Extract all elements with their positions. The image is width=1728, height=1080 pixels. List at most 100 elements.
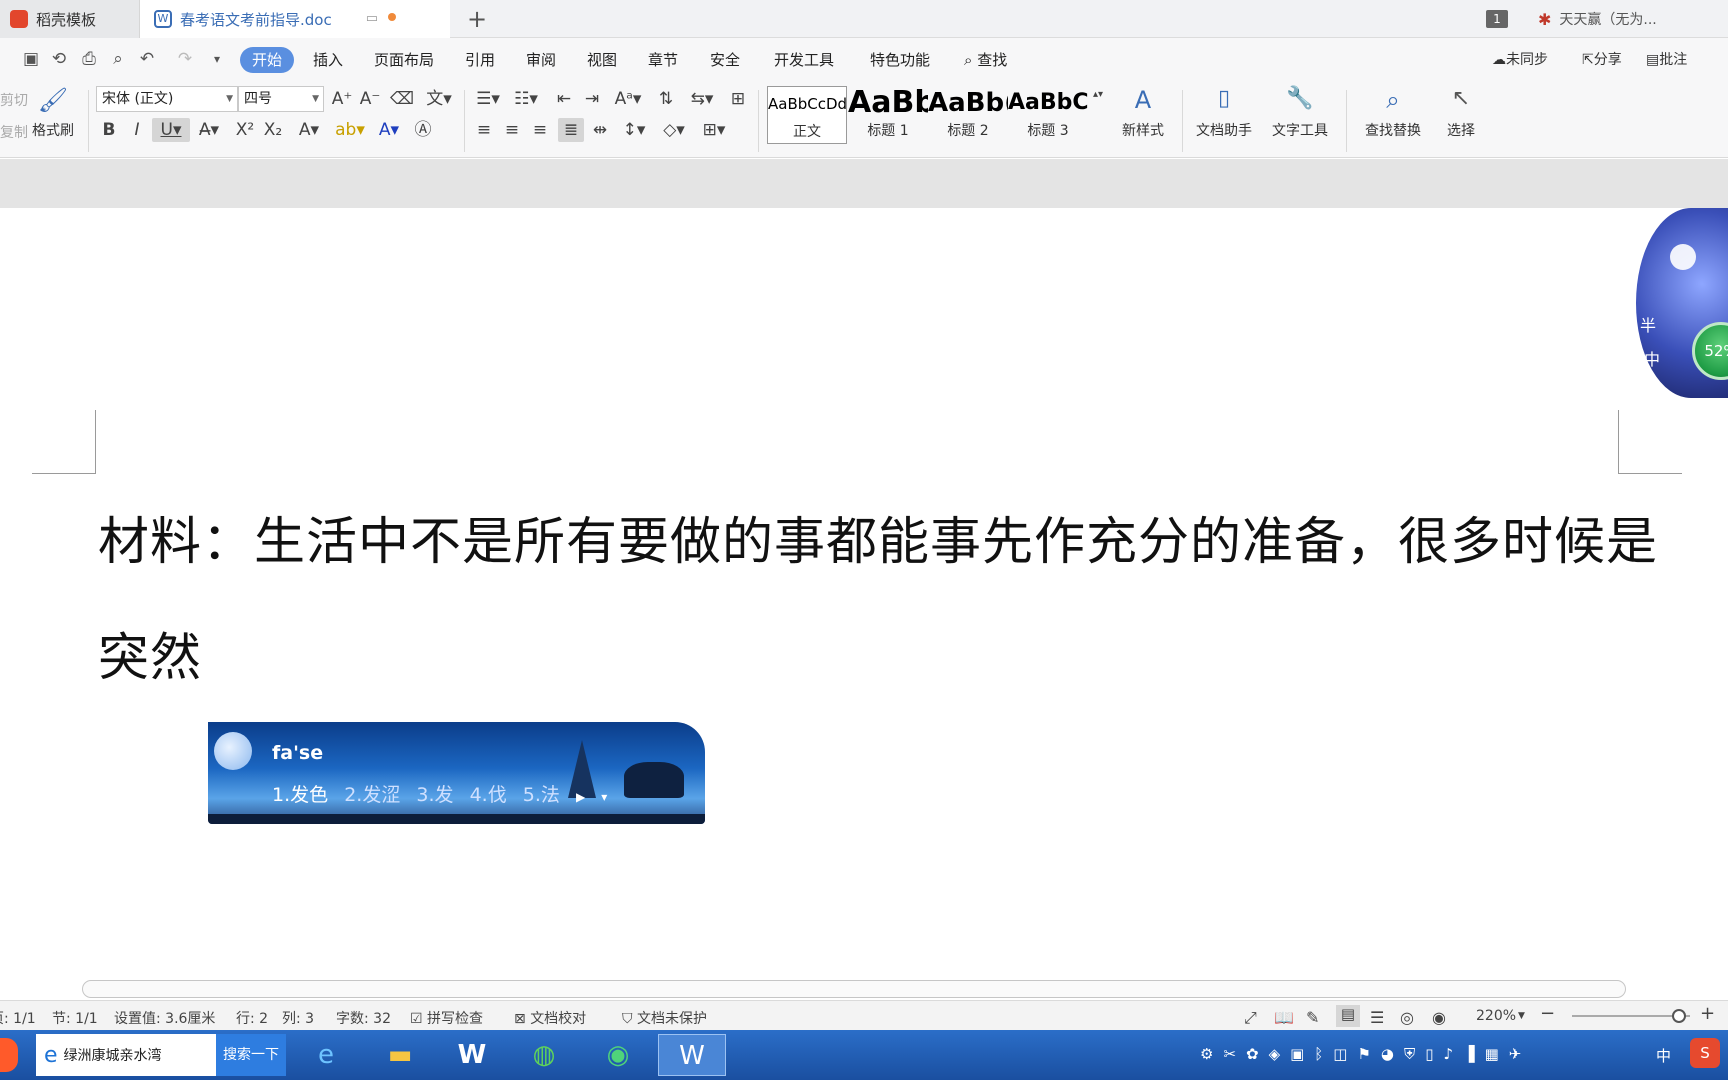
menu-search[interactable]: ⌕ 查找	[960, 47, 1011, 73]
menu-start[interactable]: 开始	[240, 47, 295, 73]
ime-indicator[interactable]: 中	[1656, 1045, 1671, 1066]
italic-icon[interactable]: I	[126, 118, 148, 142]
word-icon[interactable]: W	[444, 1034, 500, 1076]
highlight-icon[interactable]: ab▾	[334, 118, 366, 142]
zoom-dropdown-icon[interactable]: ▼	[1518, 1011, 1525, 1021]
file-explorer-icon[interactable]: ▬	[372, 1034, 428, 1076]
customize-toolbar-icon[interactable]: ▾	[206, 48, 228, 70]
table-convert-icon[interactable]: ⊞	[726, 87, 750, 111]
undo-icon[interactable]: ↶	[136, 48, 158, 70]
ime-expand-icon[interactable]: ▾	[601, 790, 607, 804]
horizontal-scrollbar[interactable]	[82, 980, 1626, 998]
underline-icon[interactable]: U▾	[152, 118, 190, 142]
print-preview-icon[interactable]: ⌕	[107, 48, 129, 70]
cut-button[interactable]: 剪切	[0, 90, 28, 110]
monitor-icon[interactable]: ▭	[366, 11, 378, 26]
fullscreen-icon[interactable]: ⤢	[1244, 1008, 1257, 1028]
spell-check-button[interactable]: ☑ 拼写检查	[410, 1008, 483, 1028]
bold-icon[interactable]: B	[98, 118, 120, 142]
find-replace-button[interactable]: ⌕ 查找替换	[1356, 86, 1430, 140]
align-center-icon[interactable]: ≡	[500, 118, 524, 142]
status-setting[interactable]: 设置值: 3.6厘米	[114, 1008, 215, 1028]
zoom-level[interactable]: 220%	[1476, 1008, 1516, 1024]
bullet-list-icon[interactable]: ☰▾	[472, 87, 504, 111]
menu-security[interactable]: 安全	[706, 47, 744, 73]
menu-special[interactable]: 特色功能	[866, 47, 934, 73]
style-heading-1[interactable]: AaBb 标题 1	[848, 86, 928, 144]
style-normal[interactable]: AaBbCcDd 正文	[767, 86, 847, 144]
grow-font-icon[interactable]: A⁺	[330, 87, 354, 111]
eye-protection-icon[interactable]: ◉	[1432, 1008, 1446, 1027]
sync-status[interactable]: ☁未同步	[1492, 49, 1548, 69]
font-size-select[interactable]: 四号 ▼	[238, 86, 324, 112]
status-page[interactable]: 页: 1/1	[0, 1008, 36, 1028]
ime-candidate-window[interactable]: fa'se 1.发色 2.发涩 3.发 4.伐 5.法 ▶ ▾	[208, 722, 705, 824]
align-left-icon[interactable]: ≡	[472, 118, 496, 142]
browser-360-icon[interactable]: ◉	[590, 1034, 646, 1076]
select-button[interactable]: ↖ 选择	[1436, 86, 1486, 140]
edit-mode-icon[interactable]: ✎	[1306, 1008, 1319, 1027]
sogou-ime-icon[interactable]: S	[1690, 1038, 1720, 1068]
reading-mode-icon[interactable]: 📖	[1274, 1008, 1294, 1027]
menu-review[interactable]: 审阅	[522, 47, 560, 73]
redo-icon[interactable]: ↷	[174, 48, 196, 70]
decrease-indent-icon[interactable]: ⇤	[552, 87, 576, 111]
status-word-count[interactable]: 字数: 32	[336, 1008, 391, 1028]
protect-status[interactable]: ⛉ 文档未保护	[622, 1008, 707, 1028]
ime-candidate[interactable]: 1.发色	[272, 784, 328, 806]
numbered-list-icon[interactable]: ☷▾	[510, 87, 542, 111]
ime-candidate[interactable]: 4.伐	[470, 784, 507, 806]
tab-daoke-templates[interactable]: 稻壳模板	[0, 0, 140, 38]
system-tray-icons[interactable]: ⚙✂✿◈▣ᛒ◫⚑◕⛨▯♪▐▦✈	[1200, 1045, 1531, 1063]
status-col[interactable]: 列: 3	[282, 1008, 314, 1028]
wps-writer-taskbar-icon[interactable]: W	[658, 1034, 726, 1076]
start-button[interactable]	[0, 1038, 18, 1072]
new-style-button[interactable]: A 新样式	[1114, 86, 1172, 140]
document-page[interactable]: 材料：生活中不是所有要做的事都能事先作充分的准备，很多时候是 突然	[0, 208, 1728, 980]
align-right-icon[interactable]: ≡	[528, 118, 552, 142]
superscript-icon[interactable]: X²	[234, 118, 256, 142]
styles-scroll-icon[interactable]: ▴▾	[1090, 86, 1106, 110]
change-case-icon[interactable]: Aᵃ▾	[612, 87, 644, 111]
web-view-icon[interactable]: ◎	[1400, 1008, 1414, 1027]
save-icon[interactable]: ▣	[20, 48, 42, 70]
zoom-in-icon[interactable]: +	[1700, 1003, 1715, 1024]
comment-button[interactable]: ▤批注	[1646, 49, 1687, 69]
font-name-select[interactable]: 宋体 (正文) ▼	[96, 86, 238, 112]
char-shading-icon[interactable]: Ⓐ	[412, 118, 434, 142]
style-heading-2[interactable]: AaBb( 标题 2	[928, 86, 1008, 144]
sort-icon[interactable]: ⇅	[654, 87, 678, 111]
menu-view[interactable]: 视图	[583, 47, 621, 73]
share-button[interactable]: ⇱分享	[1582, 49, 1622, 69]
strikethrough-icon[interactable]: A̶▾	[194, 118, 224, 142]
justify-icon[interactable]: ≣	[558, 118, 584, 142]
taskbar-search-button[interactable]: 搜索一下	[216, 1034, 286, 1076]
print-icon[interactable]: ⎙	[78, 48, 100, 70]
font-color-icon[interactable]: A▾	[374, 118, 404, 142]
outline-view-icon[interactable]: ☰	[1370, 1008, 1384, 1027]
doc-assistant-button[interactable]: ▯ 文档助手	[1192, 86, 1256, 140]
status-row[interactable]: 行: 2	[236, 1008, 268, 1028]
add-tab-button[interactable]: +	[462, 4, 492, 34]
zoom-slider-thumb[interactable]	[1672, 1009, 1686, 1023]
ime-candidate[interactable]: 2.发涩	[344, 784, 400, 806]
ime-candidate[interactable]: 3.发	[416, 784, 453, 806]
borders-icon[interactable]: ⊞▾	[698, 118, 730, 142]
phonetic-guide-icon[interactable]: 文▾	[424, 87, 454, 111]
window-count-badge[interactable]: 1	[1486, 10, 1508, 28]
wechat-icon[interactable]: ◍	[516, 1034, 572, 1076]
menu-page-layout[interactable]: 页面布局	[370, 47, 438, 73]
taskbar-search-box[interactable]: e 绿洲康城亲水湾	[36, 1034, 216, 1076]
menu-developer[interactable]: 开发工具	[770, 47, 838, 73]
subscript-icon[interactable]: X₂	[262, 118, 284, 142]
style-heading-3[interactable]: AaBbC 标题 3	[1008, 86, 1088, 144]
ime-next-page-icon[interactable]: ▶	[576, 790, 585, 804]
format-painter-button[interactable]: 🖌 格式刷	[30, 86, 76, 140]
shrink-font-icon[interactable]: A⁻	[358, 87, 382, 111]
zoom-out-icon[interactable]: −	[1540, 1003, 1555, 1024]
copy-button[interactable]: 复制	[0, 122, 28, 142]
tab-document[interactable]: W 春考语文考前指导.doc ▭	[140, 0, 450, 38]
text-tools-button[interactable]: 🔧 文字工具	[1262, 86, 1338, 140]
increase-indent-icon[interactable]: ⇥	[580, 87, 604, 111]
menu-chapter[interactable]: 章节	[644, 47, 682, 73]
